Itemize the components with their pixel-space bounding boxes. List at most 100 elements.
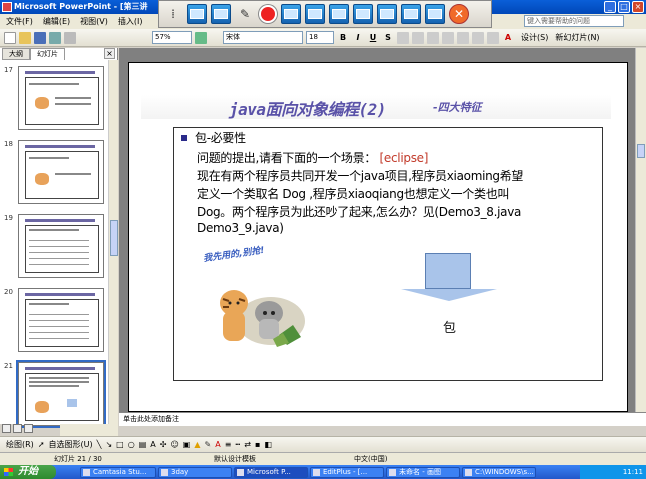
grip-icon[interactable]: ⁞	[163, 4, 183, 24]
help-search-input[interactable]: 键入需要帮助的问题	[524, 15, 624, 27]
record-icon[interactable]	[259, 5, 277, 23]
help-icon[interactable]	[195, 31, 207, 44]
line-color-icon[interactable]: ✎	[205, 440, 212, 449]
menu-capture-icon[interactable]	[329, 4, 349, 24]
align-right-icon[interactable]	[427, 31, 439, 44]
pane-horizontal-scrollbar[interactable]	[60, 424, 118, 436]
body-line-4[interactable]: Dog。两个程序员为此还吵了起来,怎么办？见(Demo3_8.java	[197, 203, 521, 220]
bullet-heading[interactable]: 包-必要性	[195, 129, 246, 146]
stop-icon[interactable]: ✕	[449, 4, 469, 24]
increase-font-icon[interactable]	[472, 31, 484, 44]
menu-edit[interactable]: 编辑(E)	[43, 16, 70, 27]
font-color-icon[interactable]: A	[215, 440, 220, 449]
line-icon[interactable]: ╲	[97, 440, 102, 449]
notes-pane[interactable]: 单击此处添加备注	[119, 412, 646, 426]
new-document-icon[interactable]	[4, 31, 16, 44]
underline-button[interactable]: U	[367, 31, 379, 44]
italic-button[interactable]: I	[352, 31, 364, 44]
window-capture-icon[interactable]	[211, 4, 231, 24]
close-button[interactable]: ×	[632, 1, 644, 13]
open-folder-icon[interactable]	[19, 31, 31, 44]
screen-capture-icon[interactable]	[187, 4, 207, 24]
maximize-button[interactable]: □	[618, 1, 630, 13]
slide-thumbnail[interactable]	[18, 214, 104, 278]
sorter-view-icon[interactable]	[13, 424, 22, 433]
arrow-icon[interactable]: ↘	[105, 440, 112, 449]
tab-outline[interactable]: 大纲	[2, 48, 30, 60]
slide-thumbnail-selected[interactable]	[16, 360, 106, 428]
draw-menu[interactable]: 绘图(R)	[6, 439, 34, 450]
arrow-style-icon[interactable]: ⇄	[244, 440, 251, 449]
slideshow-view-icon[interactable]	[24, 424, 33, 433]
pane-scroll-thumb[interactable]	[110, 220, 118, 256]
fullscreen-icon[interactable]	[401, 4, 421, 24]
font-size-select[interactable]: 18	[306, 31, 334, 44]
decrease-font-icon[interactable]	[487, 31, 499, 44]
body-line-5[interactable]: Demo3_9.java)	[197, 221, 284, 235]
start-button[interactable]: 开始	[0, 465, 56, 479]
slide-thumbnail[interactable]	[18, 288, 104, 352]
monitor-icon[interactable]	[425, 4, 445, 24]
shadow-button[interactable]: S	[382, 31, 394, 44]
system-tray-clock[interactable]: 11:11	[580, 465, 646, 479]
align-left-icon[interactable]	[397, 31, 409, 44]
taskbar-item[interactable]: Microsoft P...	[234, 467, 308, 478]
editor-scroll-thumb[interactable]	[637, 144, 645, 158]
normal-view-icon[interactable]	[2, 424, 11, 433]
down-arrow-shape[interactable]	[425, 253, 471, 289]
font-color-icon[interactable]: A	[502, 31, 514, 44]
save-icon[interactable]	[34, 31, 46, 44]
slide-thumbnail[interactable]	[18, 140, 104, 204]
undo-icon[interactable]	[64, 31, 76, 44]
region-capture-icon[interactable]	[281, 4, 301, 24]
body-line-1[interactable]: 问题的提出,请看下面的一个场景： [eclipse]	[197, 149, 428, 166]
pane-close-button[interactable]: ×	[104, 48, 115, 59]
line-style-icon[interactable]: ≡	[225, 440, 232, 449]
tiger-and-cat-clipart[interactable]	[209, 263, 309, 355]
menu-view[interactable]: 视图(V)	[80, 16, 108, 27]
shadow-style-icon[interactable]: ▪	[255, 440, 260, 449]
object-capture-icon[interactable]	[353, 4, 373, 24]
zoom-select[interactable]: 57%	[152, 31, 192, 44]
slide-thumbnail[interactable]	[18, 66, 104, 130]
clipart-icon[interactable]: ☺	[170, 440, 178, 449]
design-button[interactable]: 设计(S)	[521, 32, 548, 43]
fill-color-icon[interactable]: ▲	[194, 440, 200, 449]
dash-style-icon[interactable]: ┅	[235, 440, 240, 449]
taskbar-item[interactable]: Camtasia Stu...	[80, 467, 156, 478]
taskbar-item[interactable]: 未命名 - 画图	[386, 467, 460, 478]
bullets-icon[interactable]	[457, 31, 469, 44]
slide-canvas[interactable]: java面向对象编程(2) -四大特征 包-必要性 问题的提出,请看下面的一个场…	[128, 62, 628, 412]
minimize-button[interactable]: _	[604, 1, 616, 13]
diagram-icon[interactable]: ✣	[160, 440, 167, 449]
autoshape-menu[interactable]: 自选图形(U)	[49, 439, 93, 450]
picture-icon[interactable]: ▣	[183, 440, 191, 449]
print-icon[interactable]	[49, 31, 61, 44]
menu-insert[interactable]: 插入(I)	[118, 16, 143, 27]
tab-slides[interactable]: 幻灯片	[30, 48, 65, 60]
bold-button[interactable]: B	[337, 31, 349, 44]
wordart-icon[interactable]: A	[150, 440, 155, 449]
body-line-3[interactable]: 定义一个类取名 Dog ,程序员xiaoqiang也想定义一个类也叫	[197, 185, 509, 202]
pane-scrollbar[interactable]	[108, 60, 118, 424]
slide-subtitle[interactable]: -四大特征	[433, 99, 482, 115]
numbering-icon[interactable]	[442, 31, 454, 44]
3d-style-icon[interactable]: ◧	[264, 440, 272, 449]
align-center-icon[interactable]	[412, 31, 424, 44]
package-label[interactable]: 包	[443, 317, 456, 336]
body-line-2[interactable]: 现在有两个程序员共同开发一个java项目,程序员xiaoming希望	[197, 167, 523, 184]
taskbar-item[interactable]: EditPlus - [...	[310, 467, 384, 478]
editor-scrollbar[interactable]	[635, 48, 646, 412]
pencil-icon[interactable]: ✎	[235, 4, 255, 24]
fixed-region-icon[interactable]	[377, 4, 397, 24]
menu-file[interactable]: 文件(F)	[6, 16, 33, 27]
slide-title[interactable]: java面向对象编程(2)	[229, 96, 386, 120]
oval-icon[interactable]: ○	[128, 440, 135, 449]
taskbar-item[interactable]: C:\WINDOWS\s...	[462, 467, 536, 478]
textbox-icon[interactable]: ▤	[139, 440, 147, 449]
rectangle-icon[interactable]: □	[116, 440, 124, 449]
powerpoint-app-icon[interactable]	[2, 2, 12, 12]
scroll-capture-icon[interactable]	[305, 4, 325, 24]
select-arrow-icon[interactable]: ➚	[38, 440, 45, 449]
taskbar-item[interactable]: 3day	[158, 467, 232, 478]
